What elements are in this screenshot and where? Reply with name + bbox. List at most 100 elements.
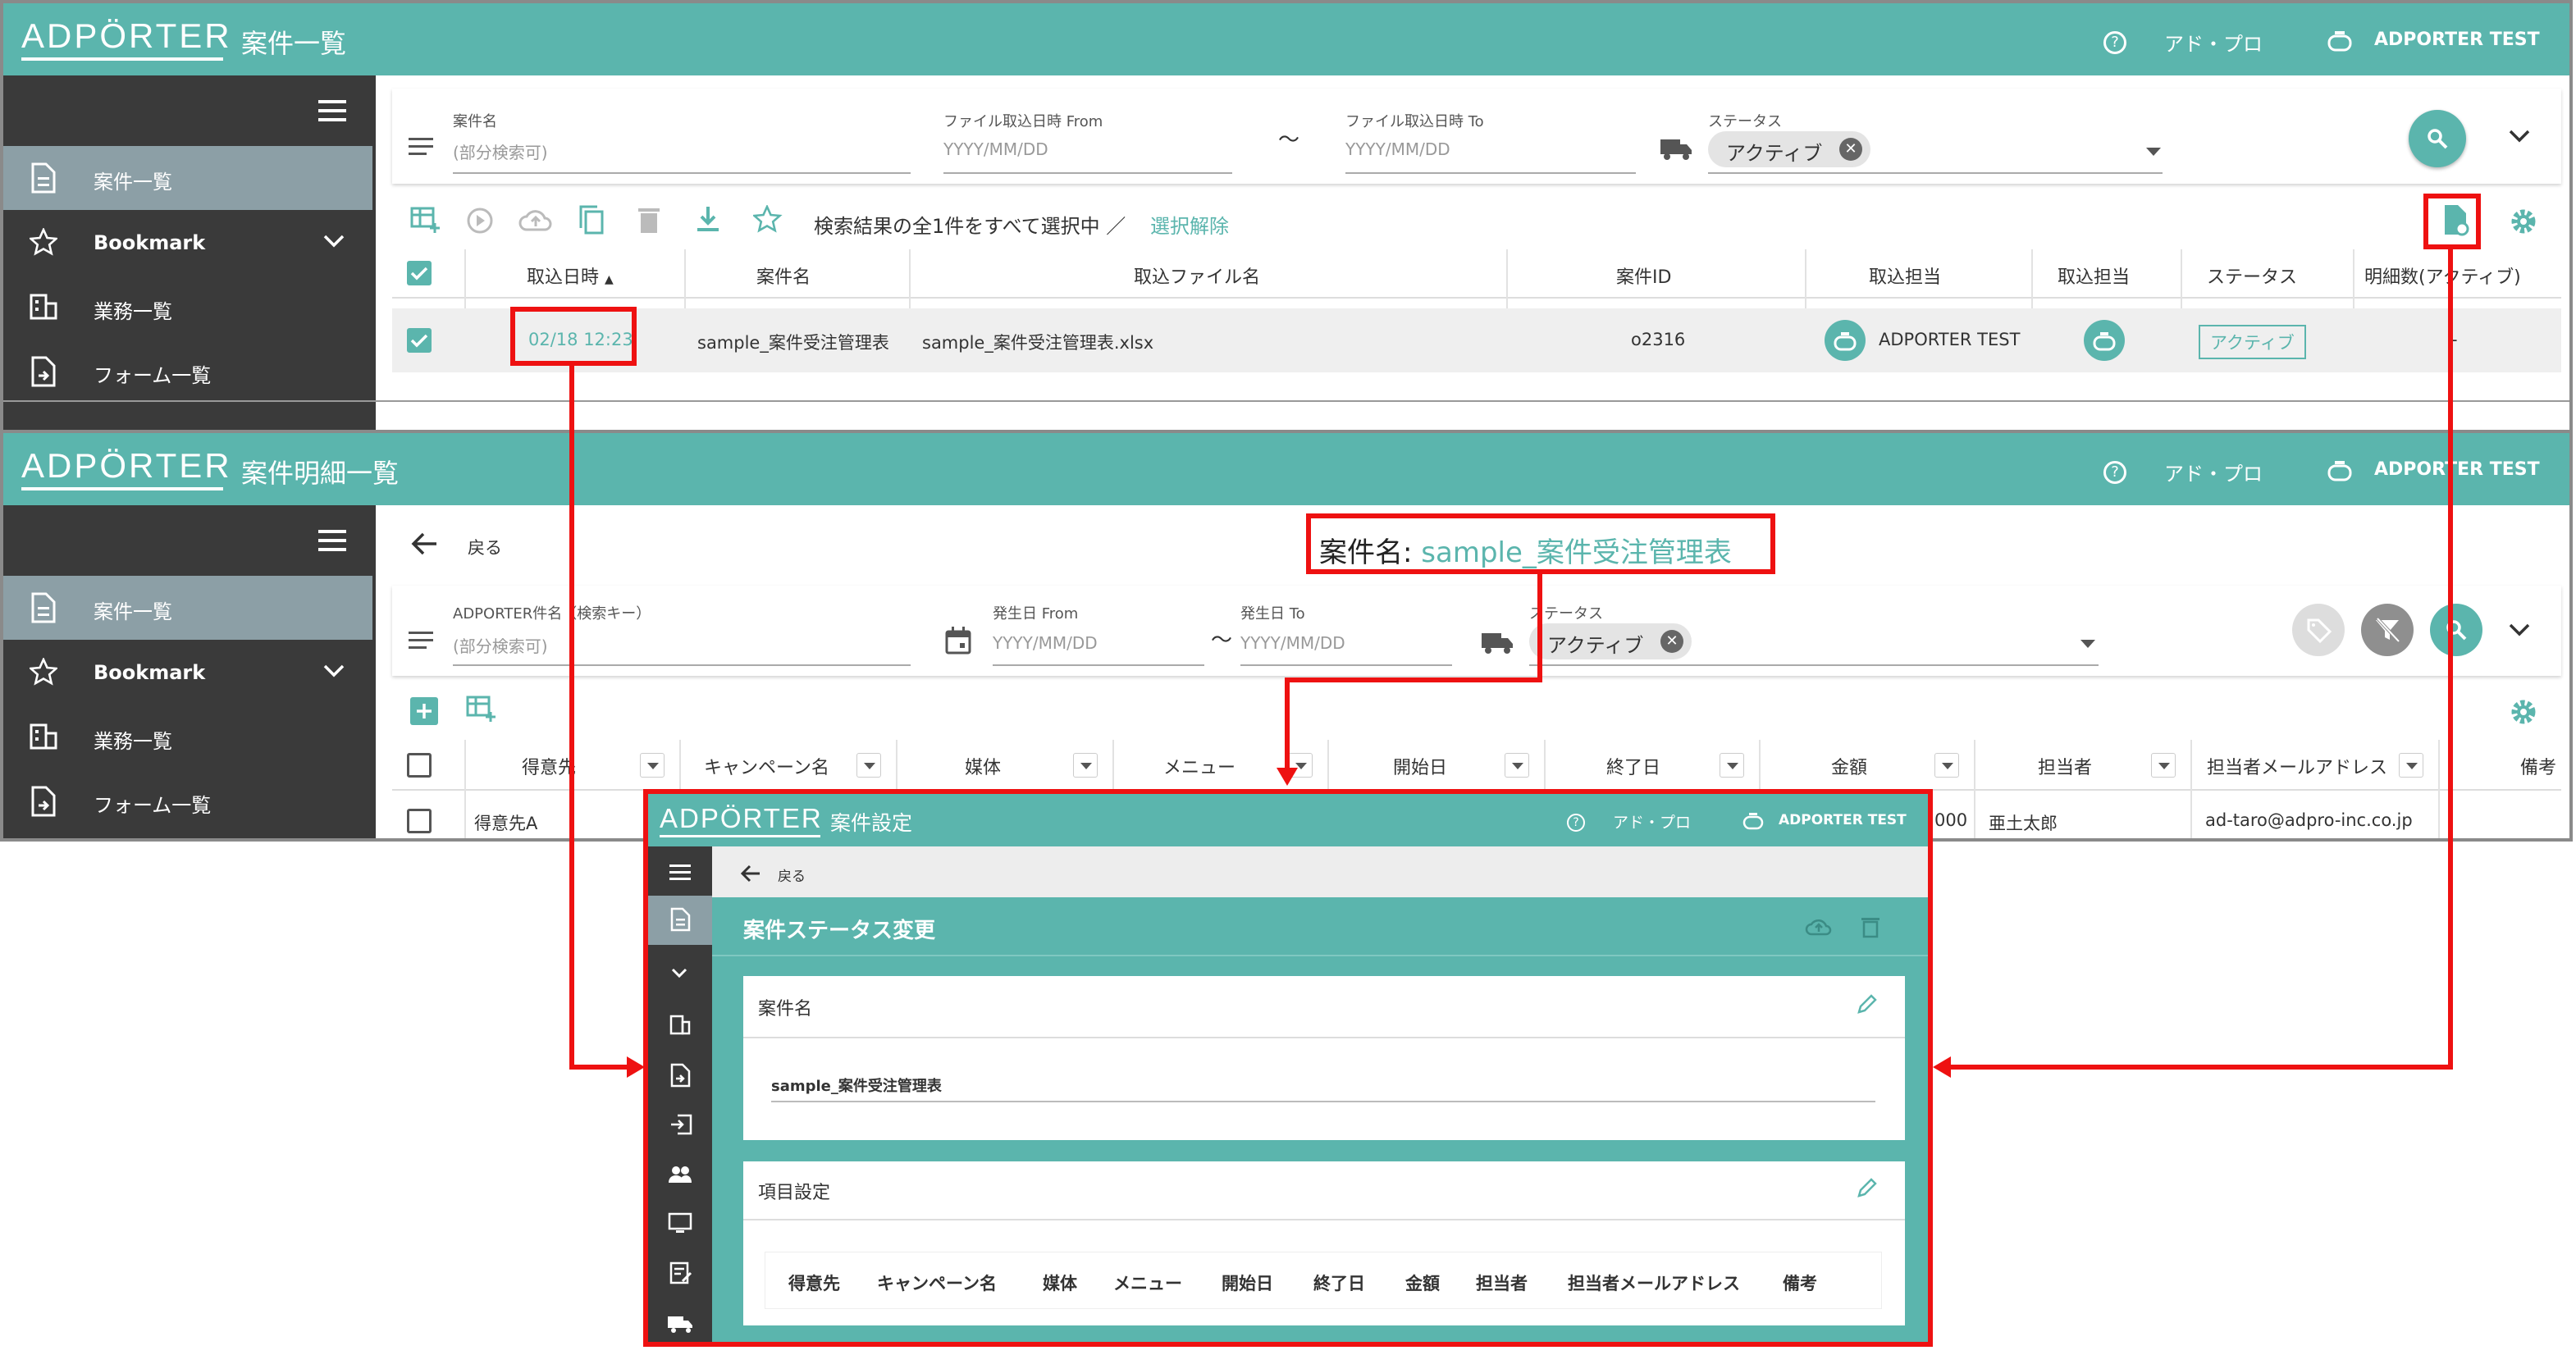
sidebar-item-form-list[interactable]: フォーム一覧 [3, 769, 372, 833]
col-start-date[interactable]: 開始日 [1393, 753, 1447, 779]
status-dropdown-arrow[interactable] [2080, 640, 2095, 648]
arrow-line [1285, 677, 1542, 682]
sidebar-item-label: フォーム一覧 [94, 364, 212, 387]
deselect-link[interactable]: 選択解除 [1150, 210, 1229, 239]
sidebar-item-case-list[interactable]: 案件一覧 [3, 576, 372, 640]
chevron-down-icon[interactable] [2509, 130, 2530, 143]
download-icon[interactable] [696, 205, 720, 235]
sidebar-item-bookmark[interactable]: Bookmark [3, 641, 372, 705]
col-import-file[interactable]: 取込ファイル名 [1134, 262, 1260, 289]
date-from-input[interactable]: YYYY/MM/DD [993, 633, 1098, 653]
sidebar-item-case-list[interactable]: 案件一覧 [3, 146, 372, 210]
play-icon[interactable] [466, 207, 494, 235]
column-filter-dropdown[interactable] [1720, 753, 1744, 778]
case-name-underline [453, 172, 911, 174]
col-person-email[interactable]: 担当者メールアドレス [2207, 753, 2387, 779]
column-filter-dropdown[interactable] [2151, 753, 2176, 778]
status-chip[interactable]: アクティブ ✕ [1529, 623, 1692, 659]
help-icon[interactable]: ? [2103, 461, 2126, 484]
col-amount[interactable]: 金額 [1831, 753, 1867, 779]
status-chip[interactable]: アクティブ ✕ [1708, 131, 1870, 167]
chevron-down-icon[interactable] [2509, 623, 2530, 636]
company-label: アド・プロ [2164, 463, 2263, 486]
back-label[interactable]: 戻る [468, 535, 502, 559]
sidebar-item-business-list[interactable]: 業務一覧 [3, 276, 372, 340]
column-filter-dropdown[interactable] [1934, 753, 1959, 778]
add-table-icon[interactable] [466, 696, 499, 725]
close-icon[interactable]: ✕ [1839, 138, 1862, 161]
sidebar-item-form-list[interactable]: フォーム一覧 [3, 340, 372, 404]
col-detail-count[interactable]: 明細数(アクティブ) [2364, 262, 2521, 289]
document-icon [31, 592, 56, 623]
add-icon[interactable] [410, 697, 438, 725]
col-case-name[interactable]: 案件名 [756, 262, 811, 289]
copy-icon[interactable] [578, 205, 605, 236]
user-icon[interactable] [2327, 459, 2353, 482]
file-from-input[interactable]: YYYY/MM/DD [943, 139, 1048, 159]
row-checkbox[interactable] [407, 328, 432, 353]
star-add-icon[interactable] [753, 205, 786, 236]
status-underline [1708, 172, 2163, 174]
add-table-icon[interactable] [410, 207, 441, 235]
search-button[interactable] [2409, 110, 2466, 167]
back-arrow-icon[interactable] [410, 531, 438, 556]
column-filter-dropdown[interactable] [1505, 753, 1529, 778]
column-filter-dropdown[interactable] [856, 753, 881, 778]
column-filter-dropdown[interactable] [1073, 753, 1098, 778]
file-to-input[interactable]: YYYY/MM/DD [1345, 139, 1450, 159]
col-client[interactable]: 得意先 [522, 753, 576, 779]
col-import-owner-2[interactable]: 取込担当 [2058, 262, 2130, 289]
column-filter-dropdown[interactable] [2399, 753, 2423, 778]
table-row[interactable]: 02/18 12:23 sample_案件受注管理表 sample_案件受注管理… [392, 308, 2561, 372]
status-underline [1529, 664, 2099, 666]
col-status[interactable]: ステータス [2207, 262, 2297, 289]
sidebar-item-bookmark[interactable]: Bookmark [3, 212, 372, 276]
col-person[interactable]: 担当者 [2038, 753, 2092, 779]
calendar-icon[interactable] [945, 627, 971, 655]
cloud-upload-icon[interactable] [518, 208, 553, 233]
chevron-down-icon[interactable] [323, 235, 345, 248]
avatar [2084, 320, 2125, 361]
user-icon[interactable] [2327, 30, 2353, 52]
user-icon [2093, 332, 2116, 351]
filter-list-icon[interactable] [409, 138, 433, 157]
col-import-owner[interactable]: 取込担当 [1869, 262, 1941, 289]
user-label[interactable]: ADPORTER TEST [2374, 30, 2540, 50]
help-icon[interactable]: ? [2103, 31, 2126, 54]
svg-text:ADPÖRTER: ADPÖRTER [21, 446, 228, 485]
gear-icon[interactable] [2509, 697, 2538, 727]
column-filter-dropdown[interactable] [640, 753, 665, 778]
arrow-line [1285, 677, 1290, 769]
col-menu[interactable]: メニュー [1163, 753, 1235, 779]
case-name-cell: sample_案件受注管理表 [697, 333, 889, 353]
filter-list-icon[interactable] [409, 632, 433, 651]
amount-cell: 000 [1934, 810, 1968, 830]
col-campaign[interactable]: キャンペーン名 [704, 753, 829, 779]
select-all-checkbox[interactable] [407, 261, 432, 285]
case-name-input[interactable]: (部分検索可) [453, 139, 548, 163]
col-import-date[interactable]: 取込日時 ▲ [527, 262, 614, 289]
menu-icon[interactable] [318, 530, 346, 551]
tag-button[interactable] [2292, 604, 2345, 656]
email-cell: ad-taro@adpro-inc.co.jp [2205, 810, 2413, 830]
chevron-down-icon[interactable] [323, 664, 345, 677]
date-to-input[interactable]: YYYY/MM/DD [1240, 633, 1345, 653]
star-icon [30, 228, 57, 256]
status-dropdown-arrow[interactable] [2146, 148, 2161, 156]
row-checkbox[interactable] [407, 809, 432, 833]
user-label[interactable]: ADPORTER TEST [2374, 459, 2540, 480]
col-end-date[interactable]: 終了日 [1606, 753, 1660, 779]
menu-icon[interactable] [318, 100, 346, 121]
col-media[interactable]: 媒体 [965, 753, 1001, 779]
close-icon[interactable]: ✕ [1660, 630, 1683, 653]
col-case-id[interactable]: 案件ID [1616, 262, 1671, 289]
col-remarks[interactable]: 備考 [2520, 753, 2556, 779]
sidebar-item-business-list[interactable]: 業務一覧 [3, 705, 372, 769]
trash-icon[interactable] [637, 205, 661, 235]
truck-icon [1660, 139, 1692, 160]
select-all-checkbox[interactable] [407, 753, 432, 778]
search-key-input[interactable]: (部分検索可) [453, 633, 548, 657]
clear-filter-button[interactable] [2361, 604, 2414, 656]
gear-icon[interactable] [2509, 207, 2538, 236]
search-button[interactable] [2430, 604, 2482, 656]
